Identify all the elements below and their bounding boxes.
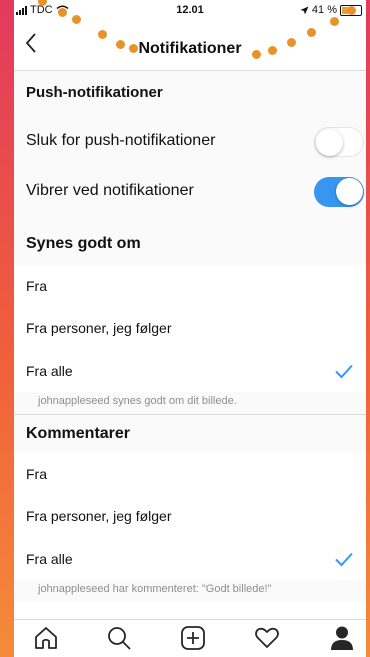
setting-row-disable-push: Sluk for push-notifikationer [14, 115, 366, 169]
likes-option-everyone[interactable]: Fra alle [14, 350, 366, 392]
search-icon[interactable] [106, 625, 132, 651]
location-arrow-icon [300, 6, 309, 14]
add-post-icon[interactable] [180, 625, 206, 651]
heart-icon[interactable] [254, 625, 280, 651]
setting-label-disable-push: Sluk for push-notifikationer [26, 132, 216, 149]
comments-option-off[interactable]: Fra [14, 453, 366, 495]
section-header-push: Push-notifikationer [14, 71, 366, 115]
likes-preview-text: johnappleseed synes godt om dit billede. [14, 392, 366, 414]
home-icon[interactable] [33, 625, 59, 651]
marker-dot [268, 46, 277, 55]
comments-preview-text: johnappleseed har kommenteret: "Godt bil… [14, 580, 366, 602]
section-header-comments: Kommentarer [14, 415, 366, 453]
marker-dot [330, 17, 339, 26]
likes-option-following[interactable]: Fra personer, jeg følger [14, 307, 366, 350]
option-label: Fra [26, 466, 47, 482]
marker-dot [98, 30, 107, 39]
disable-push-toggle[interactable] [314, 127, 364, 157]
option-label: Fra [26, 278, 47, 294]
phone-screen: TDC 12.01 41 % Notifikationer Push-notif… [14, 0, 366, 657]
section-header-likes: Synes godt om [14, 223, 366, 265]
toggle-knob [316, 128, 343, 156]
marker-dot [252, 50, 261, 59]
comments-option-everyone[interactable]: Fra alle [14, 538, 366, 580]
marker-dot [287, 38, 296, 47]
comments-option-following[interactable]: Fra personer, jeg følger [14, 495, 366, 538]
likes-option-off[interactable]: Fra [14, 265, 366, 307]
checkmark-icon [335, 552, 353, 567]
profile-icon[interactable] [329, 625, 355, 651]
checkmark-icon [335, 364, 353, 379]
settings-list: Push-notifikationer Sluk for push-notifi… [14, 71, 366, 602]
option-label: Fra personer, jeg følger [26, 320, 172, 336]
option-label: Fra alle [26, 551, 73, 567]
marker-dot [307, 28, 316, 37]
option-label: Fra personer, jeg følger [26, 508, 172, 524]
option-label: Fra alle [26, 363, 73, 379]
marker-dot [58, 8, 67, 17]
vibrate-toggle[interactable] [314, 177, 364, 207]
marker-dot [72, 15, 81, 24]
battery-percent: 41 % [311, 4, 337, 16]
setting-label-vibrate: Vibrer ved notifikationer [26, 182, 194, 199]
marker-dot [129, 44, 138, 53]
page-title: Notifikationer [138, 40, 242, 57]
marker-dot [116, 40, 125, 49]
setting-row-vibrate: Vibrer ved notifikationer [14, 169, 366, 223]
tab-bar [14, 619, 366, 657]
marker-dot [347, 6, 356, 15]
toggle-knob [335, 178, 363, 205]
